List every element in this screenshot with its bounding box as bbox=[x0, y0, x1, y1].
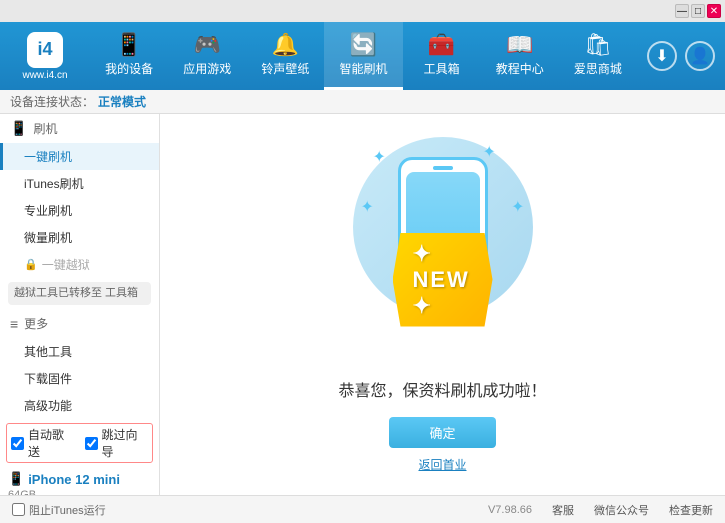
sparkle-2: ✦ bbox=[483, 142, 496, 162]
footer-link-support[interactable]: 客服 bbox=[552, 502, 574, 518]
nav-item-tutorial[interactable]: 📖 教程中心 bbox=[481, 22, 559, 90]
auto-dismiss-input[interactable] bbox=[11, 437, 24, 450]
confirm-button[interactable]: 确定 bbox=[389, 417, 495, 448]
nav-icon-ringtones: 🔔 bbox=[272, 32, 299, 58]
status-value: 正常模式 bbox=[98, 93, 146, 110]
phone-illustration: ✦ ✦ ✦ ✦ ✦ NEW ✦ bbox=[343, 137, 543, 357]
nav-item-my-device[interactable]: 📱 我的设备 bbox=[90, 22, 168, 90]
sparkle-1: ✦ bbox=[373, 147, 386, 167]
status-label: 设备连接状态： bbox=[10, 93, 94, 110]
footer-right: V7.98.66 客服 微信公众号 检查更新 bbox=[488, 502, 713, 518]
new-star-left: ✦ bbox=[413, 241, 433, 266]
nav-icon-toolbox: 🧰 bbox=[428, 32, 455, 58]
skip-wizard-input[interactable] bbox=[85, 437, 98, 450]
logo-icon: i4 bbox=[27, 32, 63, 68]
return-link[interactable]: 返回首业 bbox=[418, 456, 466, 473]
new-ribbon: ✦ NEW ✦ bbox=[393, 233, 493, 327]
status-bar: 设备连接状态： 正常模式 bbox=[0, 90, 725, 114]
nav-item-smart-flash[interactable]: 🔄 智能刷机 bbox=[324, 22, 402, 90]
footer-left: 阻止iTunes运行 bbox=[12, 502, 488, 518]
footer-link-wechat[interactable]: 微信公众号 bbox=[594, 502, 649, 518]
sparkle-3: ✦ bbox=[361, 197, 374, 217]
itunes-label: 阻止iTunes运行 bbox=[29, 502, 106, 518]
nav-right: ⬇ 👤 bbox=[637, 41, 725, 71]
phone-notch bbox=[433, 166, 453, 170]
sidebar-item-one-key-flash[interactable]: 一键刷机 bbox=[0, 143, 159, 170]
sidebar-item-other-tools[interactable]: 其他工具 bbox=[0, 338, 159, 365]
center-area: ✦ ✦ ✦ ✦ ✦ NEW ✦ 恭喜您，保资料刷机成功啦！ 确定 返回首业 bbox=[160, 114, 725, 495]
device-icon: 📱 bbox=[8, 471, 24, 487]
sidebar-item-pro-flash[interactable]: 专业刷机 bbox=[0, 197, 159, 224]
top-nav: i4 www.i4.cn 📱 我的设备 🎮 应用游戏 🔔 铃声壁纸 🔄 智能刷机… bbox=[0, 22, 725, 90]
sparkle-4: ✦ bbox=[511, 197, 524, 217]
nav-icon-apps-games: 🎮 bbox=[194, 32, 221, 58]
sidebar-item-itunes-flash[interactable]: iTunes刷机 bbox=[0, 170, 159, 197]
title-bar: — □ ✕ bbox=[0, 0, 725, 22]
nav-items: 📱 我的设备 🎮 应用游戏 🔔 铃声壁纸 🔄 智能刷机 🧰 工具箱 📖 教程中心… bbox=[90, 22, 637, 90]
more-section-icon: ≡ bbox=[10, 316, 18, 332]
sidebar-item-download-firmware[interactable]: 下载固件 bbox=[0, 365, 159, 392]
device-info: 📱 iPhone 12 mini 64GB Down-12mini-13.1 bbox=[0, 467, 159, 495]
new-star-right: ✦ bbox=[413, 293, 433, 318]
checkbox-row: 自动歌送 跳过向导 bbox=[6, 423, 153, 463]
flash-section-icon: 📱 bbox=[10, 120, 27, 137]
nav-item-ringtones[interactable]: 🔔 铃声壁纸 bbox=[246, 22, 324, 90]
version-label: V7.98.66 bbox=[488, 504, 532, 516]
logo-url: www.i4.cn bbox=[22, 70, 67, 81]
user-button[interactable]: 👤 bbox=[685, 41, 715, 71]
sidebar-item-advanced[interactable]: 高级功能 bbox=[0, 392, 159, 419]
device-storage: 64GB bbox=[8, 489, 151, 495]
nav-item-mall[interactable]: 🛍 爱思商城 bbox=[559, 22, 637, 90]
nav-item-apps-games[interactable]: 🎮 应用游戏 bbox=[168, 22, 246, 90]
itunes-checkbox[interactable] bbox=[12, 503, 25, 516]
sidebar-notice: 越狱工具已转移至 工具箱 bbox=[8, 282, 151, 305]
nav-icon-tutorial: 📖 bbox=[506, 32, 533, 58]
maximize-button[interactable]: □ bbox=[691, 4, 705, 18]
footer: 阻止iTunes运行 V7.98.66 客服 微信公众号 检查更新 bbox=[0, 495, 725, 523]
logo[interactable]: i4 www.i4.cn bbox=[0, 32, 90, 81]
success-text: 恭喜您，保资料刷机成功啦！ bbox=[338, 377, 546, 401]
skip-wizard-checkbox[interactable]: 跳过向导 bbox=[85, 426, 149, 460]
download-button[interactable]: ⬇ bbox=[647, 41, 677, 71]
sidebar-section-more[interactable]: ≡ 更多 bbox=[0, 309, 159, 338]
main-content: 📱 刷机 一键刷机 iTunes刷机 专业刷机 微量刷机 🔒 一键越狱 越狱工具… bbox=[0, 114, 725, 495]
nav-item-toolbox[interactable]: 🧰 工具箱 bbox=[403, 22, 481, 90]
auto-dismiss-checkbox[interactable]: 自动歌送 bbox=[11, 426, 75, 460]
sidebar-section-flash[interactable]: 📱 刷机 bbox=[0, 114, 159, 143]
footer-link-update[interactable]: 检查更新 bbox=[669, 502, 713, 518]
minimize-button[interactable]: — bbox=[675, 4, 689, 18]
lock-icon: 🔒 bbox=[24, 258, 38, 271]
nav-icon-smart-flash: 🔄 bbox=[350, 32, 377, 58]
nav-icon-mall: 🛍 bbox=[584, 32, 612, 58]
sidebar: 📱 刷机 一键刷机 iTunes刷机 专业刷机 微量刷机 🔒 一键越狱 越狱工具… bbox=[0, 114, 160, 495]
close-button[interactable]: ✕ bbox=[707, 4, 721, 18]
nav-icon-my-device: 📱 bbox=[115, 32, 142, 58]
sidebar-item-micro-flash[interactable]: 微量刷机 bbox=[0, 224, 159, 251]
device-name: 📱 iPhone 12 mini bbox=[8, 471, 151, 487]
sidebar-item-jailbreak: 🔒 一键越狱 bbox=[0, 251, 159, 278]
